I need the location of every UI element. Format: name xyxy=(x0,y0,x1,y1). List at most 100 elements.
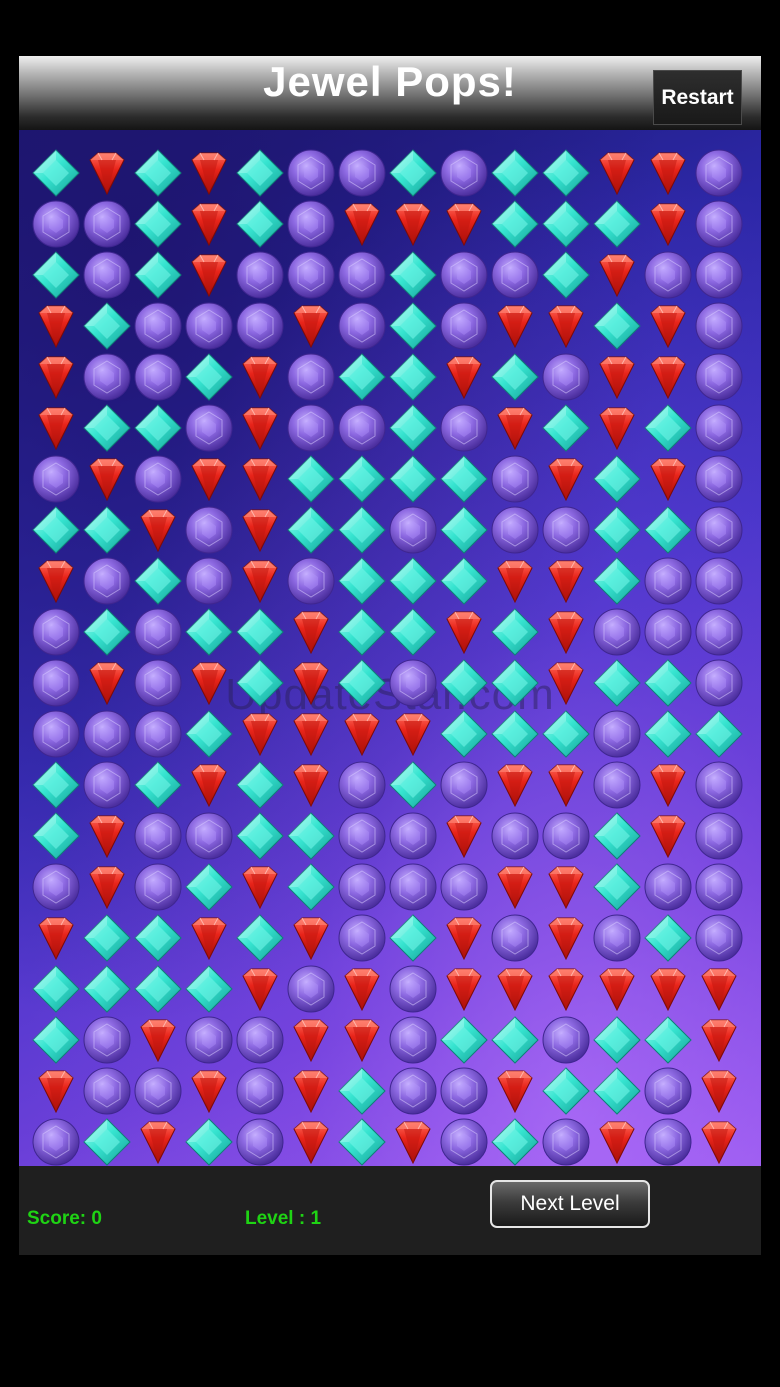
red-ruby-gem[interactable] xyxy=(650,356,686,400)
red-ruby-gem[interactable] xyxy=(242,713,278,757)
purple-round-gem[interactable] xyxy=(695,251,743,299)
cyan-diamond-gem[interactable] xyxy=(185,353,233,401)
red-ruby-gem[interactable] xyxy=(89,815,125,859)
cyan-diamond-gem[interactable] xyxy=(593,1016,641,1064)
purple-round-gem[interactable] xyxy=(236,1067,284,1115)
red-ruby-gem[interactable] xyxy=(497,1070,533,1114)
purple-round-gem[interactable] xyxy=(440,863,488,911)
cyan-diamond-gem[interactable] xyxy=(287,455,335,503)
cyan-diamond-gem[interactable] xyxy=(83,608,131,656)
red-ruby-gem[interactable] xyxy=(548,917,584,961)
red-ruby-gem[interactable] xyxy=(650,305,686,349)
cyan-diamond-gem[interactable] xyxy=(542,251,590,299)
red-ruby-gem[interactable] xyxy=(293,1121,329,1165)
cyan-diamond-gem[interactable] xyxy=(593,1067,641,1115)
red-ruby-gem[interactable] xyxy=(293,1019,329,1063)
purple-round-gem[interactable] xyxy=(695,506,743,554)
red-ruby-gem[interactable] xyxy=(548,662,584,706)
purple-round-gem[interactable] xyxy=(389,1067,437,1115)
purple-round-gem[interactable] xyxy=(287,965,335,1013)
cyan-diamond-gem[interactable] xyxy=(338,455,386,503)
purple-round-gem[interactable] xyxy=(695,863,743,911)
cyan-diamond-gem[interactable] xyxy=(236,761,284,809)
red-ruby-gem[interactable] xyxy=(140,509,176,553)
restart-button[interactable]: Restart xyxy=(653,70,742,125)
red-ruby-gem[interactable] xyxy=(650,764,686,808)
purple-round-gem[interactable] xyxy=(32,863,80,911)
cyan-diamond-gem[interactable] xyxy=(644,659,692,707)
red-ruby-gem[interactable] xyxy=(548,968,584,1012)
red-ruby-gem[interactable] xyxy=(599,1121,635,1165)
cyan-diamond-gem[interactable] xyxy=(32,812,80,860)
cyan-diamond-gem[interactable] xyxy=(185,1118,233,1166)
red-ruby-gem[interactable] xyxy=(650,968,686,1012)
purple-round-gem[interactable] xyxy=(338,149,386,197)
purple-round-gem[interactable] xyxy=(83,761,131,809)
cyan-diamond-gem[interactable] xyxy=(236,608,284,656)
purple-round-gem[interactable] xyxy=(491,506,539,554)
purple-round-gem[interactable] xyxy=(695,149,743,197)
cyan-diamond-gem[interactable] xyxy=(593,200,641,248)
purple-round-gem[interactable] xyxy=(185,302,233,350)
cyan-diamond-gem[interactable] xyxy=(287,812,335,860)
cyan-diamond-gem[interactable] xyxy=(593,455,641,503)
purple-round-gem[interactable] xyxy=(542,506,590,554)
red-ruby-gem[interactable] xyxy=(242,560,278,604)
red-ruby-gem[interactable] xyxy=(497,866,533,910)
cyan-diamond-gem[interactable] xyxy=(440,506,488,554)
cyan-diamond-gem[interactable] xyxy=(236,914,284,962)
red-ruby-gem[interactable] xyxy=(242,356,278,400)
cyan-diamond-gem[interactable] xyxy=(542,200,590,248)
purple-round-gem[interactable] xyxy=(338,812,386,860)
purple-round-gem[interactable] xyxy=(338,251,386,299)
cyan-diamond-gem[interactable] xyxy=(389,404,437,452)
cyan-diamond-gem[interactable] xyxy=(440,659,488,707)
purple-round-gem[interactable] xyxy=(542,812,590,860)
purple-round-gem[interactable] xyxy=(32,608,80,656)
cyan-diamond-gem[interactable] xyxy=(440,455,488,503)
purple-round-gem[interactable] xyxy=(32,455,80,503)
red-ruby-gem[interactable] xyxy=(293,1070,329,1114)
purple-round-gem[interactable] xyxy=(440,149,488,197)
red-ruby-gem[interactable] xyxy=(650,458,686,502)
red-ruby-gem[interactable] xyxy=(38,1070,74,1114)
purple-round-gem[interactable] xyxy=(695,608,743,656)
purple-round-gem[interactable] xyxy=(338,761,386,809)
cyan-diamond-gem[interactable] xyxy=(185,863,233,911)
purple-round-gem[interactable] xyxy=(287,251,335,299)
purple-round-gem[interactable] xyxy=(644,863,692,911)
purple-round-gem[interactable] xyxy=(83,557,131,605)
purple-round-gem[interactable] xyxy=(185,557,233,605)
red-ruby-gem[interactable] xyxy=(191,152,227,196)
cyan-diamond-gem[interactable] xyxy=(491,608,539,656)
red-ruby-gem[interactable] xyxy=(89,662,125,706)
cyan-diamond-gem[interactable] xyxy=(185,710,233,758)
cyan-diamond-gem[interactable] xyxy=(338,1118,386,1166)
cyan-diamond-gem[interactable] xyxy=(83,914,131,962)
purple-round-gem[interactable] xyxy=(542,1016,590,1064)
purple-round-gem[interactable] xyxy=(695,455,743,503)
cyan-diamond-gem[interactable] xyxy=(185,965,233,1013)
cyan-diamond-gem[interactable] xyxy=(542,404,590,452)
cyan-diamond-gem[interactable] xyxy=(593,302,641,350)
purple-round-gem[interactable] xyxy=(644,557,692,605)
cyan-diamond-gem[interactable] xyxy=(389,149,437,197)
purple-round-gem[interactable] xyxy=(542,353,590,401)
purple-round-gem[interactable] xyxy=(134,608,182,656)
cyan-diamond-gem[interactable] xyxy=(644,914,692,962)
cyan-diamond-gem[interactable] xyxy=(644,404,692,452)
cyan-diamond-gem[interactable] xyxy=(389,302,437,350)
purple-round-gem[interactable] xyxy=(440,1118,488,1166)
purple-round-gem[interactable] xyxy=(185,812,233,860)
cyan-diamond-gem[interactable] xyxy=(644,710,692,758)
purple-round-gem[interactable] xyxy=(440,302,488,350)
red-ruby-gem[interactable] xyxy=(599,356,635,400)
red-ruby-gem[interactable] xyxy=(38,560,74,604)
red-ruby-gem[interactable] xyxy=(344,1019,380,1063)
red-ruby-gem[interactable] xyxy=(242,458,278,502)
cyan-diamond-gem[interactable] xyxy=(389,608,437,656)
purple-round-gem[interactable] xyxy=(440,251,488,299)
cyan-diamond-gem[interactable] xyxy=(134,965,182,1013)
red-ruby-gem[interactable] xyxy=(497,764,533,808)
red-ruby-gem[interactable] xyxy=(89,458,125,502)
